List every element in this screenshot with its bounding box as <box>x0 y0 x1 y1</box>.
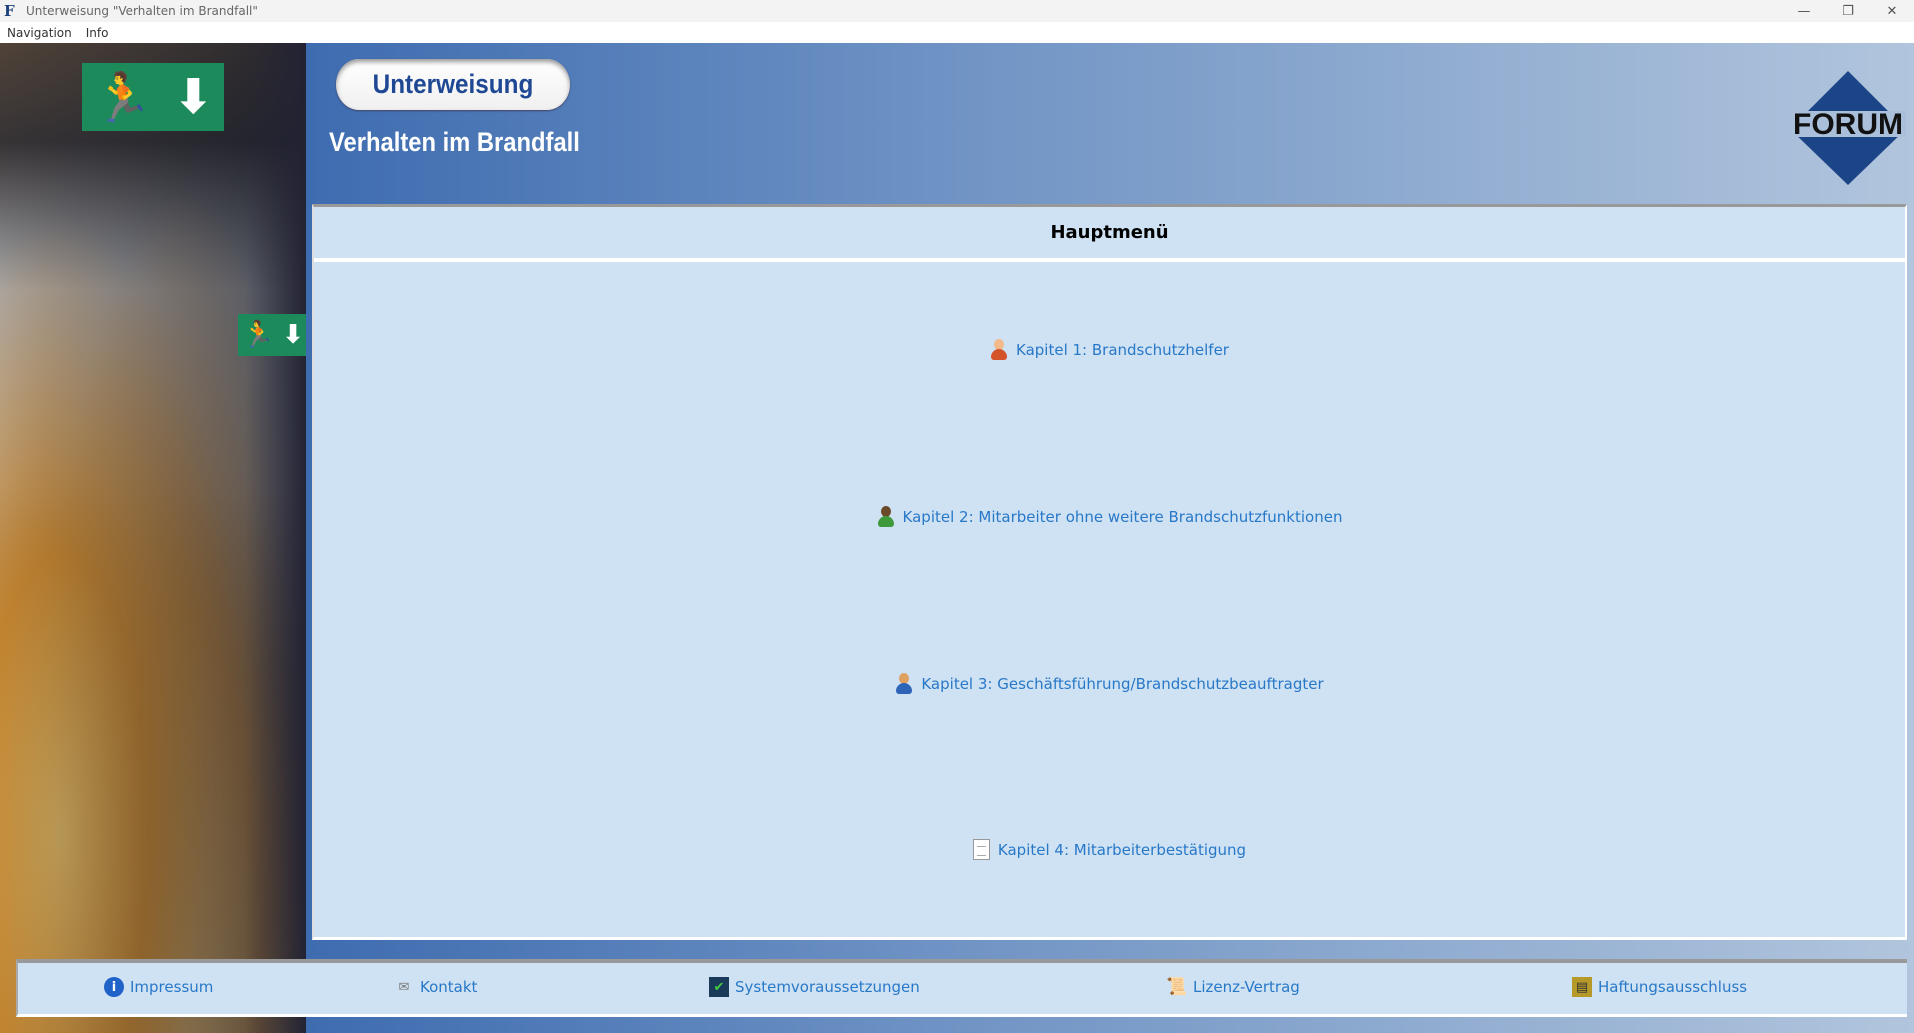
book-icon: ▤ <box>1572 977 1592 997</box>
footer-label: Haftungsausschluss <box>1598 978 1748 996</box>
exit-sign-icon: 🏃 ⬇ <box>82 63 224 131</box>
minimize-button[interactable]: — <box>1782 0 1826 22</box>
main-menu-panel: Hauptmenü Kapitel 1: Brandschutzhelfer K… <box>312 204 1907 940</box>
menu-bar: Navigation Info <box>0 22 1914 43</box>
chapter-3-link[interactable]: Kapitel 3: Geschäftsführung/Brandschutzb… <box>314 673 1905 695</box>
footer-label: Kontakt <box>420 978 478 996</box>
exit-sign-small-icon: 🏃 ⬇ <box>238 314 306 356</box>
kontakt-link[interactable]: ✉ Kontakt <box>394 977 478 997</box>
lizenz-vertrag-link[interactable]: 📜 Lizenz-Vertrag <box>1166 977 1300 997</box>
chapter-1-link[interactable]: Kapitel 1: Brandschutzhelfer <box>314 339 1905 361</box>
chapter-label: Kapitel 2: Mitarbeiter ohne weitere Bran… <box>902 508 1343 526</box>
chapter-label: Kapitel 4: Mitarbeiterbestätigung <box>997 840 1247 859</box>
window-title: Unterweisung "Verhalten im Brandfall" <box>26 4 258 18</box>
menu-info[interactable]: Info <box>86 26 109 40</box>
close-button[interactable]: ✕ <box>1870 0 1914 22</box>
contract-scroll-icon: 📜 <box>1166 977 1188 997</box>
system-check-icon: ✔ <box>709 977 729 997</box>
info-icon: i <box>104 977 124 997</box>
document-icon <box>972 839 990 860</box>
haftungsausschluss-link[interactable]: ▤ Haftungsausschluss <box>1572 977 1747 997</box>
footer-label: Systemvoraussetzungen <box>735 978 920 996</box>
restore-button[interactable]: ❐ <box>1826 0 1870 22</box>
footer-label: Impressum <box>130 978 214 996</box>
user-green-icon <box>877 506 895 528</box>
chapter-4-link[interactable]: Kapitel 4: Mitarbeiterbestätigung <box>314 839 1905 860</box>
title-bar: F Unterweisung "Verhalten im Brandfall" … <box>0 0 1914 22</box>
page-title: Verhalten im Brandfall <box>329 127 580 157</box>
chapter-2-link[interactable]: Kapitel 2: Mitarbeiter ohne weitere Bran… <box>314 506 1905 528</box>
chapter-label: Kapitel 3: Geschäftsführung/Brandschutzb… <box>921 675 1324 693</box>
main-menu-heading: Hauptmenü <box>314 207 1905 262</box>
badge-unterweisung: Unterweisung <box>336 59 570 110</box>
user-blue-icon <box>895 673 913 695</box>
fire-exit-image: 🏃 ⬇ 🏃 ⬇ <box>0 43 306 1033</box>
chapter-label: Kapitel 1: Brandschutzhelfer <box>1016 341 1229 359</box>
impressum-link[interactable]: i Impressum <box>104 977 213 997</box>
footer-bar: i Impressum ✉ Kontakt ✔ Systemvoraussetz… <box>16 959 1907 1017</box>
forum-logo: FORUM <box>1790 71 1906 185</box>
footer-label: Lizenz-Vertrag <box>1193 978 1300 996</box>
contact-icon: ✉ <box>398 979 410 995</box>
user-orange-icon <box>990 339 1008 361</box>
systemvoraussetzungen-link[interactable]: ✔ Systemvoraussetzungen <box>709 977 920 997</box>
app-icon: F <box>4 2 15 20</box>
menu-navigation[interactable]: Navigation <box>7 26 72 40</box>
svg-text:FORUM: FORUM <box>1793 108 1903 141</box>
